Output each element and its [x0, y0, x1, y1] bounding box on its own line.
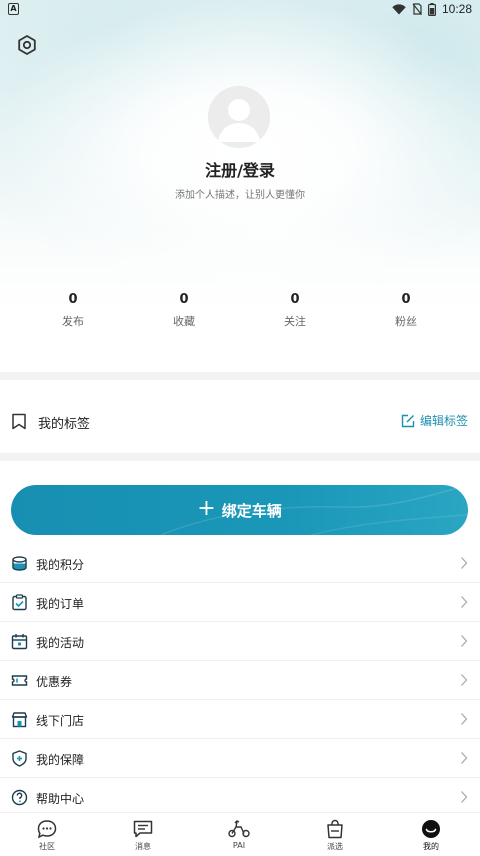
avatar[interactable]: [208, 86, 270, 148]
activity-icon: [11, 634, 28, 650]
bookmark-icon: [12, 413, 26, 430]
bottom-tab-bar: 社区 消息 PAI 派选 我的: [0, 812, 480, 856]
menu-item-label: 我的订单: [36, 597, 85, 611]
tab-label: 派选: [327, 842, 343, 851]
plus-icon: +: [197, 496, 216, 521]
status-time: 10:28: [441, 2, 472, 16]
tab-label: PAI: [232, 841, 246, 850]
menu-item-label: 我的活动: [36, 636, 85, 650]
chevron-right-icon: [461, 713, 468, 725]
message-icon: [133, 820, 153, 838]
menu-item-label: 线下门店: [36, 714, 85, 728]
menu-item-label: 我的保障: [36, 753, 85, 767]
section-divider: [0, 453, 480, 461]
stat-value: 0: [179, 292, 189, 307]
no-sim-icon: [412, 3, 422, 15]
order-icon: [12, 594, 27, 611]
menu-item-points[interactable]: 我的积分: [0, 544, 480, 583]
stat-value: 0: [68, 292, 78, 307]
shield-icon: [12, 750, 27, 767]
menu-item-stores[interactable]: 线下门店: [0, 700, 480, 739]
bind-vehicle-label: 绑定车辆: [221, 501, 282, 520]
tab-pai[interactable]: PAI: [209, 819, 269, 850]
profile-description[interactable]: 添加个人描述，让别人更懂你: [0, 186, 480, 201]
my-tags-label: 我的标签: [38, 417, 91, 432]
gear-icon: [18, 35, 36, 55]
edit-tags-button[interactable]: 编辑标签: [401, 412, 468, 429]
scooter-icon: [228, 820, 250, 838]
tab-selection[interactable]: 派选: [305, 819, 365, 852]
tab-community[interactable]: 社区: [17, 819, 77, 852]
tab-mine[interactable]: 我的: [401, 819, 461, 852]
menu-item-label: 我的积分: [36, 558, 85, 572]
section-divider: [0, 372, 480, 380]
chevron-right-icon: [461, 752, 468, 764]
wifi-icon: [392, 3, 406, 14]
chevron-right-icon: [461, 635, 468, 647]
menu-item-protection[interactable]: 我的保障: [0, 739, 480, 778]
stat-following[interactable]: 0 关注: [240, 292, 350, 329]
help-icon: [11, 789, 28, 806]
chevron-right-icon: [461, 557, 468, 569]
profile-stats: 0 发布 0 收藏 0 关注 0 粉丝: [0, 292, 480, 332]
tab-label: 我的: [423, 842, 439, 851]
stat-label: 发布: [62, 315, 84, 328]
stat-favorites[interactable]: 0 收藏: [129, 292, 239, 329]
menu-item-coupons[interactable]: 优惠券: [0, 661, 480, 700]
default-avatar-icon: [208, 86, 270, 148]
edit-tags-label: 编辑标签: [419, 414, 468, 428]
stat-label: 关注: [284, 315, 306, 328]
login-register-link[interactable]: 注册/登录: [0, 157, 480, 181]
battery-icon: [427, 2, 436, 16]
menu-item-orders[interactable]: 我的订单: [0, 583, 480, 622]
menu-item-activities[interactable]: 我的活动: [0, 622, 480, 661]
notification-app-icon: A: [8, 3, 19, 15]
profile-face-icon: [422, 820, 440, 838]
stat-fans[interactable]: 0 粉丝: [351, 292, 461, 329]
stat-label: 收藏: [173, 315, 195, 328]
coins-icon: [12, 556, 27, 571]
menu-item-label: 优惠券: [36, 675, 73, 689]
menu-list: 我的积分 我的订单 我的活动 优惠券 线下门店 我的保障 帮助中心: [0, 544, 480, 817]
chevron-right-icon: [461, 596, 468, 608]
tab-label: 消息: [135, 842, 151, 851]
community-icon: [37, 820, 57, 839]
edit-icon: [401, 414, 415, 427]
coupon-icon: [11, 675, 28, 686]
status-bar: A 10:28: [0, 0, 480, 20]
chevron-right-icon: [461, 791, 468, 803]
tab-messages[interactable]: 消息: [113, 819, 173, 852]
settings-button[interactable]: [14, 32, 40, 58]
shopping-bag-icon: [327, 819, 343, 839]
menu-item-label: 帮助中心: [36, 792, 85, 806]
my-tags-row[interactable]: 我的标签 编辑标签: [0, 396, 480, 446]
stat-label: 粉丝: [395, 315, 417, 328]
bind-vehicle-button[interactable]: + 绑定车辆: [11, 485, 468, 535]
stat-value: 0: [401, 292, 411, 307]
store-icon: [11, 712, 28, 728]
tab-label: 社区: [39, 842, 55, 851]
chevron-right-icon: [461, 674, 468, 686]
stat-value: 0: [290, 292, 300, 307]
stat-posts[interactable]: 0 发布: [18, 292, 128, 329]
